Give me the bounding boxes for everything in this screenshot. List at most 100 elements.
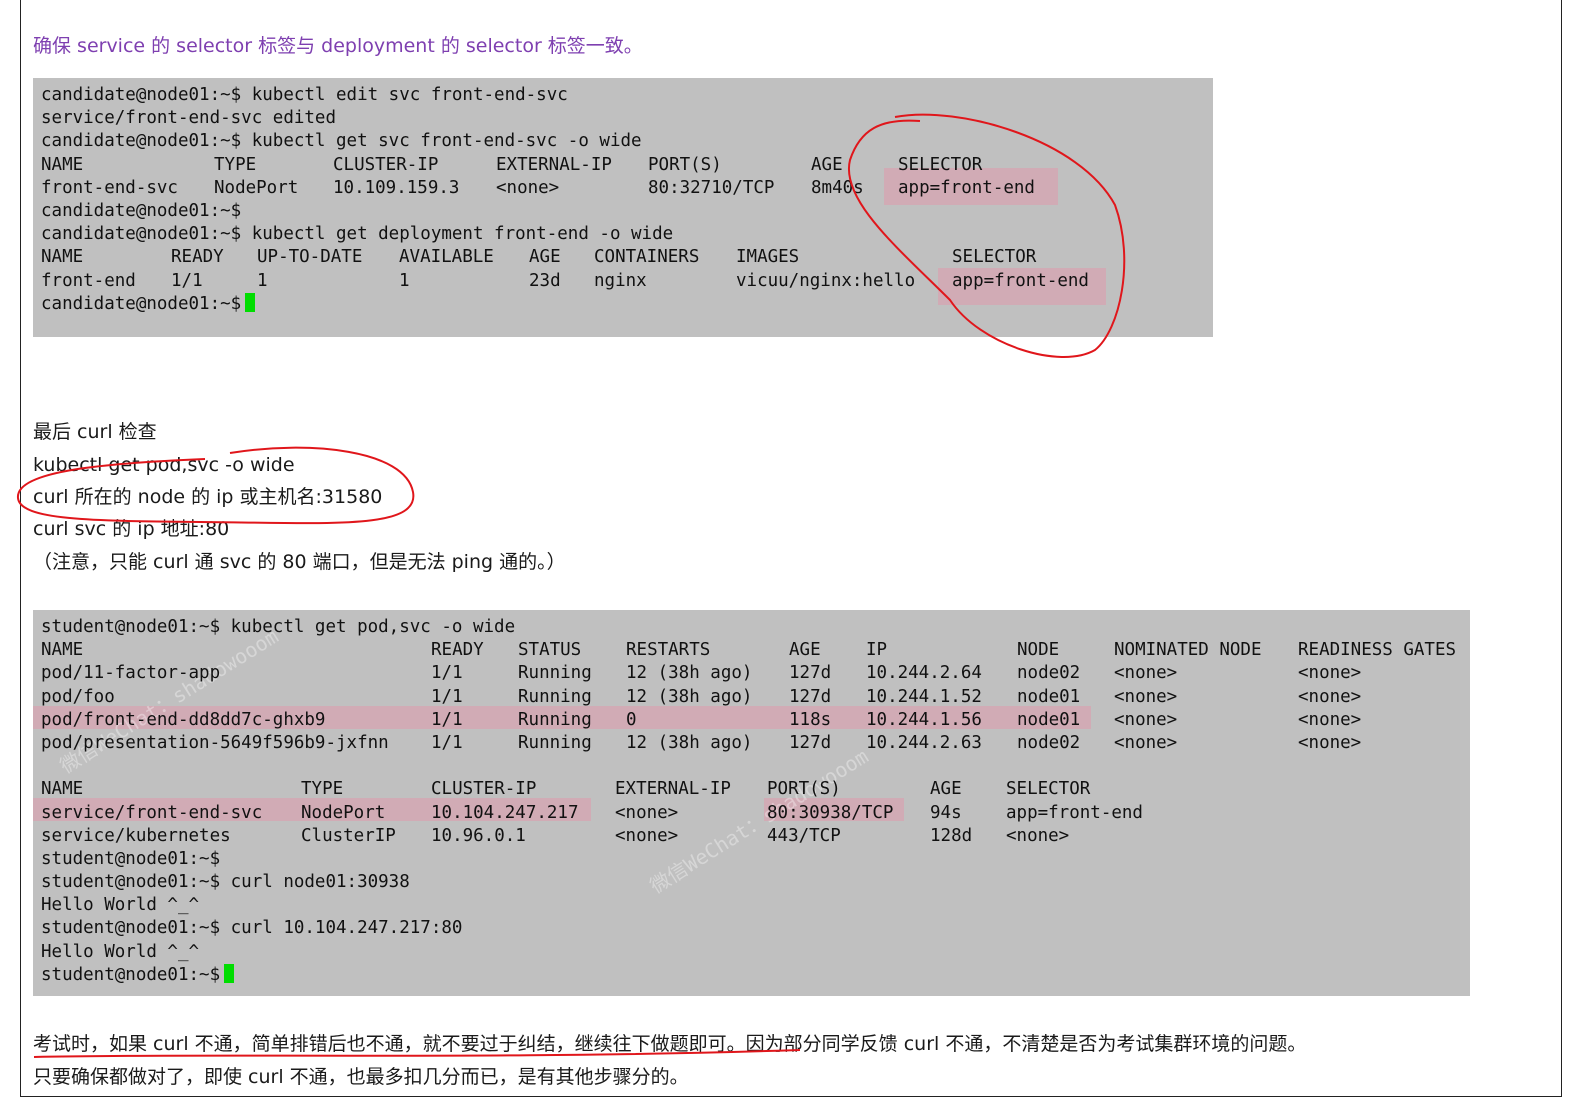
terminal-block-pod-svc-curl: 微信WeChat：shadowooom 微信WeChat：shadowooom … — [33, 610, 1470, 996]
terminal-cell: 12 (38h ago) — [626, 686, 753, 707]
terminal-cell: app=front-end — [1006, 802, 1143, 823]
terminal-line: candidate@node01:~$ kubectl edit svc fro… — [41, 84, 1205, 107]
terminal-cell: student@node01:~$ — [41, 963, 235, 987]
terminal-cell: UP-TO-DATE — [257, 247, 363, 268]
terminal-cell: <none> — [1298, 709, 1362, 730]
terminal-cell: node02 — [1017, 732, 1081, 753]
terminal-cell: 1 — [257, 270, 268, 291]
terminal-output: candidate@node01:~$ kubectl edit svc fro… — [41, 84, 1205, 316]
terminal-cell: 127d — [789, 732, 832, 753]
terminal-cell: SELECTOR — [898, 154, 983, 175]
terminal-cell: 1/1 — [171, 270, 203, 291]
terminal-cell: CLUSTER-IP — [333, 154, 439, 175]
terminal-line: front-end 1/1 1 1 23d nginx vicuu/nginx:hello a… — [41, 270, 1205, 293]
curl-step-svc-ip: curl svc 的 ip 地址:80 — [33, 518, 230, 540]
terminal-cell: vicuu/nginx:hello — [736, 270, 916, 291]
terminal-cell: <none> — [1114, 709, 1178, 730]
terminal-cell: 1/1 — [431, 663, 463, 684]
terminal-line: NAME TYPE CLUSTER-IP EXTERNAL-IP PORT(S) AGE S… — [41, 778, 1462, 801]
terminal-cell: <none> — [1114, 686, 1178, 707]
terminal-line: student@node01:~$ curl 10.104.247.217:80 — [41, 917, 1462, 940]
terminal-cursor — [245, 292, 256, 312]
terminal-cell: student@node01:~$ curl 10.104.247.217:80 — [41, 918, 463, 939]
terminal-cell: PORT(S) — [648, 154, 722, 175]
terminal-cell: node01 — [1017, 709, 1081, 730]
terminal-cell: front-end-svc — [41, 177, 178, 198]
terminal-cell: 10.244.2.64 — [866, 663, 982, 684]
terminal-cell: 8m40s — [811, 177, 864, 198]
terminal-cell: AGE — [930, 779, 962, 800]
terminal-cell: 127d — [789, 663, 832, 684]
terminal-cell: 94s — [930, 802, 962, 823]
terminal-cell: <none> — [496, 177, 560, 198]
terminal-cell: candidate@node01:~$ — [41, 200, 242, 221]
terminal-cell: service/front-end-svc edited — [41, 108, 337, 129]
terminal-cell: service/kubernetes — [41, 825, 231, 846]
terminal-cell: app=front-end — [898, 177, 1035, 198]
terminal-cell: 23d — [529, 270, 561, 291]
terminal-cell: TYPE — [214, 154, 257, 175]
terminal-line: student@node01:~$ — [41, 963, 1462, 987]
terminal-cell: NAME — [41, 247, 84, 268]
curl-check-heading: 最后 curl 检查 — [33, 421, 157, 443]
heading-selector-note: 确保 service 的 selector 标签与 deployment 的 s… — [33, 35, 643, 57]
terminal-cell: <none> — [1114, 732, 1178, 753]
terminal-cell: NODE — [1017, 640, 1060, 661]
terminal-cell: 118s — [789, 709, 832, 730]
terminal-cell: 1/1 — [431, 686, 463, 707]
terminal-line: pod/foo 1/1 Running 12 (38h ago) 127d 10.244.… — [41, 686, 1462, 709]
terminal-cell: SELECTOR — [952, 247, 1037, 268]
terminal-cell: student@node01:~$ curl node01:30938 — [41, 872, 410, 893]
terminal-cell: <none> — [1298, 732, 1362, 753]
curl-note: （注意，只能 curl 通 svc 的 80 端口，但是无法 ping 通的。） — [33, 551, 566, 573]
terminal-line: pod/front-end-dd8dd7c-ghxb9 1/1 Running 0 11… — [41, 709, 1462, 732]
terminal-cell: 10.244.1.56 — [866, 709, 982, 730]
terminal-line: front-end-svc NodePort 10.109.159.3 <none> 8… — [41, 177, 1205, 200]
terminal-cell: node02 — [1017, 663, 1081, 684]
terminal-line: candidate@node01:~$ kubectl get deployme… — [41, 223, 1205, 246]
terminal-cell: node01 — [1017, 686, 1081, 707]
terminal-cell: <none> — [615, 802, 679, 823]
curl-step-node-ip: curl 所在的 node 的 ip 或主机名:31580 — [33, 486, 383, 508]
terminal-cell: app=front-end — [952, 270, 1089, 291]
terminal-cell: ClusterIP — [301, 825, 396, 846]
terminal-cell: NOMINATED NODE — [1114, 640, 1262, 661]
terminal-cell: 80:30938/TCP — [767, 802, 894, 823]
terminal-line: pod/11-factor-app 1/1 Running 12 (38h ago) 1… — [41, 662, 1462, 685]
terminal-cell: READY — [431, 640, 484, 661]
terminal-cell: Running — [518, 686, 592, 707]
terminal-cell: 80:32710/TCP — [648, 177, 775, 198]
terminal-cell: 1/1 — [431, 709, 463, 730]
terminal-cell: Running — [518, 732, 592, 753]
terminal-cell: AGE — [811, 154, 843, 175]
terminal-cell: <none> — [1298, 686, 1362, 707]
footer-exam-tip: 考试时，如果 curl 不通，简单排错后也不通，就不要过于纠结，继续往下做题即可… — [33, 1033, 1307, 1055]
terminal-cell: 127d — [789, 686, 832, 707]
terminal-cell: 0 — [626, 709, 637, 730]
terminal-line: service/kubernetes ClusterIP 10.96.0.1 <non… — [41, 825, 1462, 848]
terminal-cell: AGE — [529, 247, 561, 268]
terminal-cell: 12 (38h ago) — [626, 732, 753, 753]
terminal-output: student@node01:~$ kubectl get pod,svc -o… — [41, 616, 1462, 987]
terminal-cell: Hello World ^_^ — [41, 895, 200, 916]
terminal-cell: candidate@node01:~$ kubectl get svc fron… — [41, 131, 642, 152]
terminal-line: service/front-end-svc edited — [41, 107, 1205, 130]
terminal-cell: candidate@node01:~$ — [41, 292, 256, 316]
terminal-cell: STATUS — [518, 640, 582, 661]
terminal-cell: TYPE — [301, 779, 344, 800]
terminal-cell: student@node01:~$ — [41, 848, 221, 869]
terminal-line: service/front-end-svc NodePort 10.104.247.… — [41, 802, 1462, 825]
terminal-cell: Running — [518, 663, 592, 684]
terminal-cell: Hello World ^_^ — [41, 941, 200, 962]
terminal-cell: IMAGES — [736, 247, 800, 268]
terminal-cell: EXTERNAL-IP — [496, 154, 612, 175]
terminal-line: NAME READY UP-TO-DATE AVAILABLE AGE CONTAINER… — [41, 246, 1205, 269]
terminal-cell: AGE — [789, 640, 821, 661]
curl-step-get-pod-svc: kubectl get pod,svc -o wide — [33, 454, 295, 476]
terminal-cell: <none> — [1298, 663, 1362, 684]
terminal-cell: 10.244.1.52 — [866, 686, 982, 707]
terminal-cell: candidate@node01:~$ kubectl get deployme… — [41, 224, 674, 245]
terminal-cell: 443/TCP — [767, 825, 841, 846]
terminal-cell: pod/foo — [41, 686, 115, 707]
terminal-cell: CONTAINERS — [594, 247, 700, 268]
